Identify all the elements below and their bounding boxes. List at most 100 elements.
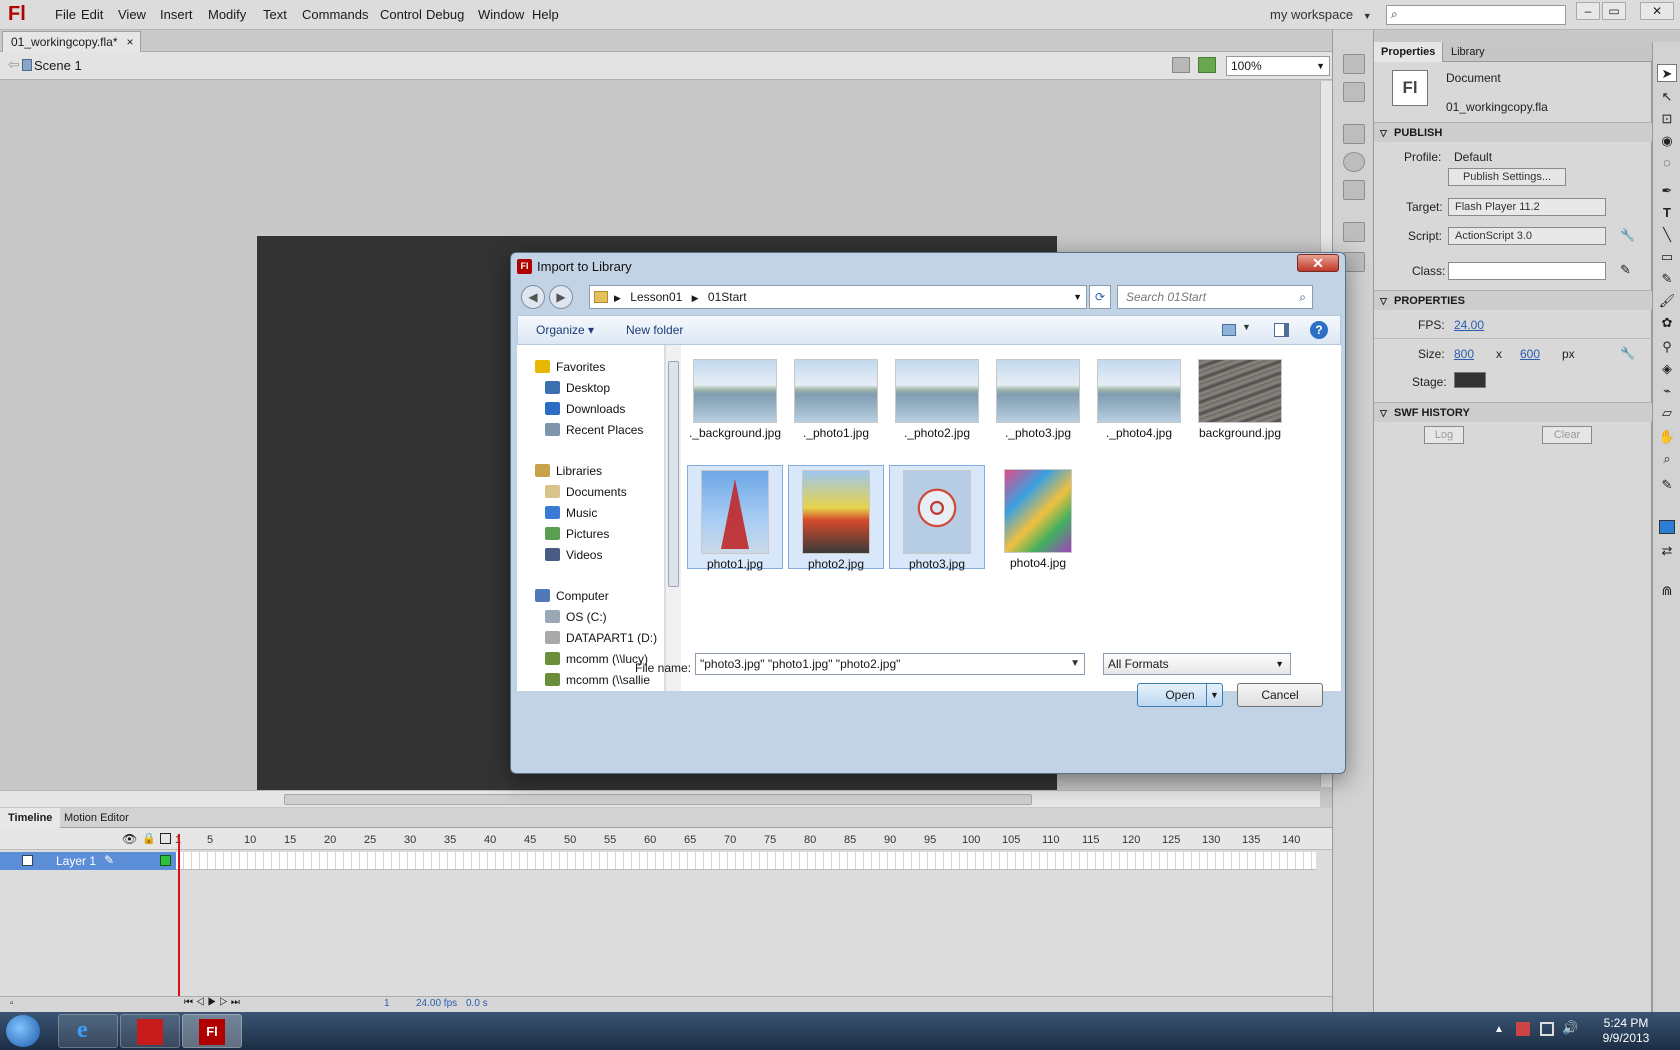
nav-item-videos[interactable]: Videos (545, 545, 602, 565)
new-layer-icon[interactable]: ▫ (10, 998, 14, 1009)
back-button[interactable]: ◀ (521, 285, 545, 309)
address-bar[interactable]: ▶ Lesson01 ▶ 01Start ▼ (589, 285, 1087, 309)
menu-debug[interactable]: Debug (426, 7, 464, 22)
nav-item-music[interactable]: Music (545, 503, 597, 523)
preview-pane-icon[interactable] (1274, 323, 1289, 337)
layer-row[interactable]: Layer 1 ✎ (0, 852, 176, 870)
help-icon[interactable]: ? (1310, 321, 1328, 339)
fps-value[interactable]: 24.00 (1454, 318, 1484, 332)
file-item[interactable]: ._photo3.jpg (990, 355, 1086, 459)
tab-properties[interactable]: Properties (1374, 42, 1444, 62)
components-icon[interactable] (1343, 252, 1365, 272)
publish-settings-button[interactable]: Publish Settings... (1448, 168, 1566, 186)
playhead[interactable] (178, 834, 180, 1000)
refresh-button[interactable]: ⟳ (1089, 285, 1111, 309)
subselection-tool-icon[interactable]: ↖ (1657, 88, 1677, 106)
acrobat-icon[interactable] (120, 1014, 180, 1048)
menu-insert[interactable]: Insert (160, 7, 193, 22)
file-item[interactable]: photo2.jpg (788, 465, 884, 571)
file-item[interactable]: photo1.jpg (687, 465, 783, 571)
file-item[interactable]: ._background.jpg (687, 355, 783, 459)
menu-file[interactable]: File (55, 7, 76, 22)
menu-text[interactable]: Text (263, 7, 287, 22)
tab-library[interactable]: Library (1444, 42, 1492, 62)
frames-row[interactable] (176, 852, 1316, 870)
lock-icon[interactable]: 🔒 (142, 832, 156, 845)
nav-item-documents[interactable]: Documents (545, 482, 627, 502)
publish-section-header[interactable]: ▽ PUBLISH (1374, 122, 1652, 142)
cancel-button[interactable]: Cancel (1237, 683, 1323, 707)
nav-item-pictures[interactable]: Pictures (545, 524, 609, 544)
pen-tool-icon[interactable]: ✒ (1657, 182, 1677, 200)
menu-edit[interactable]: Edit (81, 7, 103, 22)
snap-icon[interactable]: ⋒ (1657, 582, 1677, 600)
scrollbar-thumb[interactable] (668, 361, 679, 587)
target-select[interactable]: Flash Player 11.2 (1448, 198, 1606, 216)
wrench-icon[interactable]: 🔧 (1620, 346, 1635, 360)
breadcrumb-item[interactable]: Lesson01 (630, 290, 682, 304)
menu-window[interactable]: Window (478, 7, 524, 22)
chevron-up-icon[interactable]: ▲ (1494, 1024, 1504, 1035)
chevron-down-icon[interactable]: ▼ (1242, 322, 1251, 332)
breadcrumb-item[interactable]: 01Start (708, 290, 747, 304)
maximize-button[interactable]: ▭ (1602, 2, 1626, 20)
chevron-down-icon[interactable]: ▼ (1073, 286, 1082, 308)
rectangle-tool-icon[interactable]: ▭ (1657, 248, 1677, 266)
menu-help[interactable]: Help (532, 7, 559, 22)
flash-taskbar-icon[interactable]: Fl (182, 1014, 242, 1048)
text-tool-icon[interactable]: T (1657, 204, 1677, 222)
stage-horizontal-scrollbar[interactable] (0, 790, 1320, 807)
hand-tool-icon[interactable]: ✋ (1657, 428, 1677, 446)
search-input[interactable]: Search 01Start ⌕ (1117, 285, 1313, 309)
file-item[interactable]: ._photo4.jpg (1091, 355, 1187, 459)
nav-item-desktop[interactable]: Desktop (545, 378, 610, 398)
internet-explorer-icon[interactable]: e (58, 1014, 118, 1048)
swf-history-section-header[interactable]: ▽ SWF HISTORY (1374, 402, 1652, 422)
tab-motion-editor[interactable]: Motion Editor (56, 808, 137, 828)
3d-rotation-tool-icon[interactable]: ◉ (1657, 132, 1677, 150)
chevron-down-icon[interactable]: ▼ (1070, 654, 1080, 674)
menu-view[interactable]: View (118, 7, 146, 22)
color-panel-icon[interactable] (1343, 54, 1365, 74)
properties-section-header[interactable]: ▽ PROPERTIES (1374, 290, 1652, 310)
open-button[interactable]: Open ▼ (1137, 683, 1223, 707)
edit-scene-icon[interactable] (1172, 57, 1190, 73)
script-select[interactable]: ActionScript 3.0 (1448, 227, 1606, 245)
align-panel-icon[interactable] (1343, 124, 1365, 144)
wrench-icon[interactable]: 🔧 (1620, 228, 1635, 242)
nav-item-datapart1-d[interactable]: DATAPART1 (D:) (545, 628, 657, 648)
nav-item-os-c[interactable]: OS (C:) (545, 607, 607, 627)
file-item[interactable]: ._photo2.jpg (889, 355, 985, 459)
playback-controls[interactable]: ⏮ ◁ ▶ ▷ ⏭ (184, 997, 240, 1008)
help-search-input[interactable]: ⌕ (1386, 5, 1566, 25)
pencil-tool-icon[interactable]: ✎ (1657, 270, 1677, 288)
free-transform-tool-icon[interactable]: ⊡ (1657, 110, 1677, 128)
swatches-panel-icon[interactable] (1343, 82, 1365, 102)
class-input[interactable] (1448, 262, 1606, 280)
brush-tool-icon[interactable]: 🖌 (1657, 292, 1677, 310)
menu-modify[interactable]: Modify (208, 7, 246, 22)
scrollbar-thumb[interactable] (284, 794, 1032, 805)
file-item[interactable]: photo4.jpg (990, 465, 1086, 570)
document-tab[interactable]: 01_workingcopy.fla* × (2, 31, 141, 52)
file-type-select[interactable]: All Formats ▼ (1103, 653, 1291, 675)
swap-colors-icon[interactable]: ⇄ (1657, 542, 1677, 560)
stroke-color-icon[interactable]: ✎ (1657, 476, 1677, 494)
forward-button[interactable]: ▶ (549, 285, 573, 309)
close-dialog-button[interactable]: ✕ (1297, 254, 1339, 272)
file-item[interactable]: photo3.jpg (889, 465, 985, 571)
paint-bucket-tool-icon[interactable]: ◈ (1657, 360, 1677, 378)
outline-icon[interactable] (160, 833, 171, 844)
eyedropper-tool-icon[interactable]: ⌁ (1657, 382, 1677, 400)
minimize-button[interactable]: – (1576, 2, 1600, 20)
zoom-tool-icon[interactable]: ⌕ (1657, 450, 1677, 468)
clock[interactable]: 5:24 PM 9/9/2013 (1586, 1016, 1666, 1046)
zoom-select[interactable]: 100% ▼ (1226, 56, 1330, 76)
bone-tool-icon[interactable]: ⚲ (1657, 338, 1677, 356)
chevron-down-icon[interactable]: ▼ (1206, 684, 1222, 706)
clear-button[interactable]: Clear (1542, 426, 1592, 444)
menu-commands[interactable]: Commands (302, 7, 368, 22)
start-button[interactable] (6, 1015, 40, 1047)
volume-icon[interactable]: 🔊 (1562, 1020, 1578, 1036)
nav-item-recent-places[interactable]: Recent Places (545, 420, 643, 440)
